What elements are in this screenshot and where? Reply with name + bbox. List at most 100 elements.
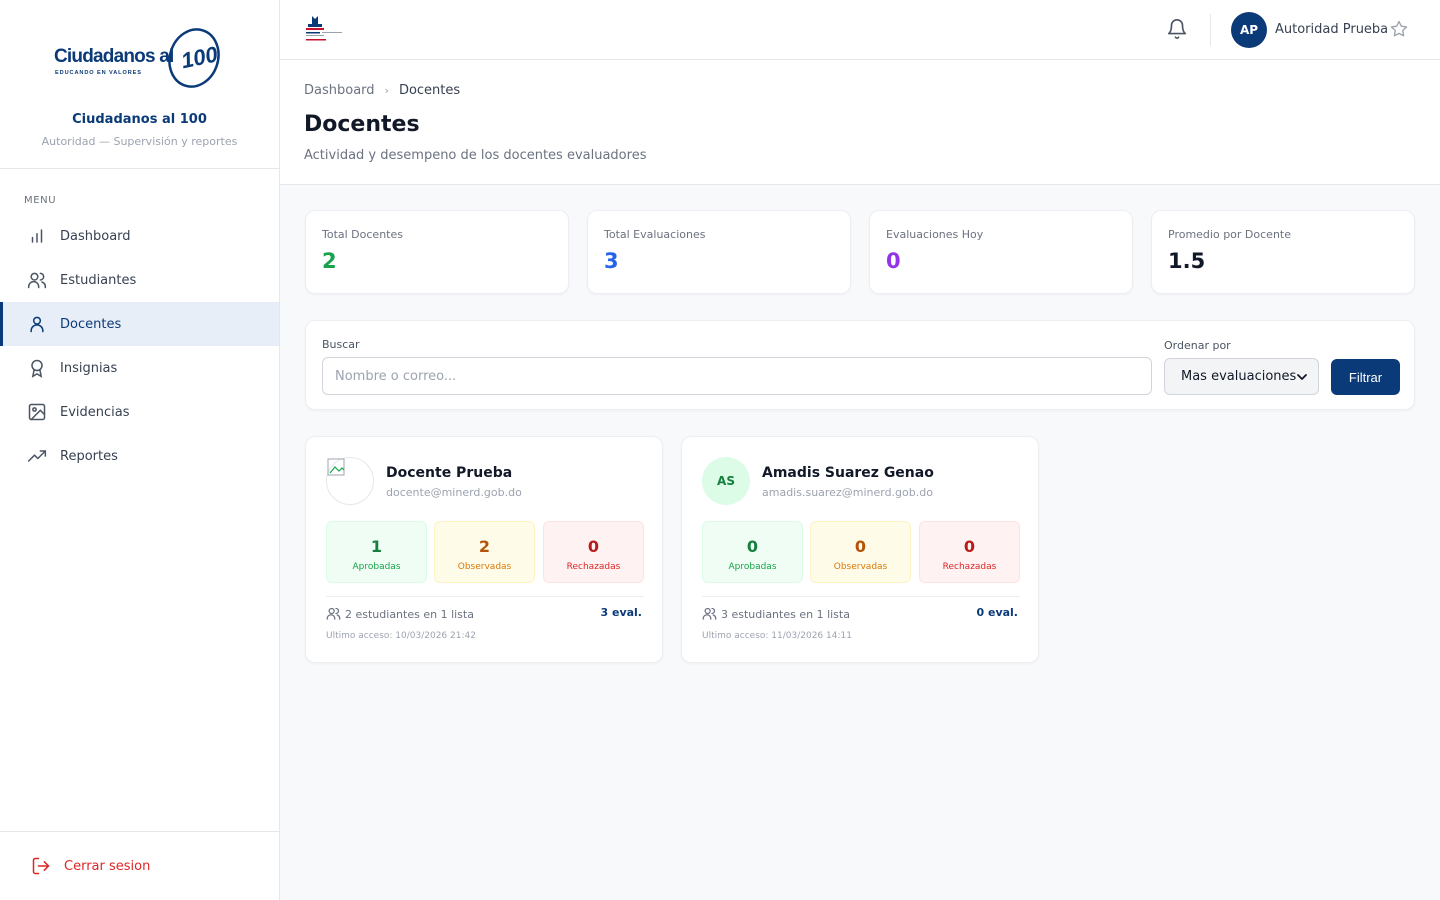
ciudadanos-logo[interactable]: Ciudadanos al EDUCANDO EN VALORES 100 xyxy=(54,24,226,90)
teacher-avatar xyxy=(326,457,374,505)
users-icon xyxy=(702,606,718,622)
broken-image-icon xyxy=(327,458,345,476)
brand-name: Ciudadanos al 100 xyxy=(72,112,207,127)
svg-text:Ciudadanos al: Ciudadanos al xyxy=(54,46,173,67)
observed-box: 2 Observadas xyxy=(434,521,535,583)
sort-select-value: Mas evaluaciones xyxy=(1181,369,1297,384)
sort-select[interactable]: Mas evaluaciones xyxy=(1164,358,1319,395)
stat-card-evaluaciones-hoy: Evaluaciones Hoy 0 xyxy=(869,210,1133,294)
sidebar: Ciudadanos al EDUCANDO EN VALORES 100 Ci… xyxy=(0,0,280,900)
sidebar-item-label: Estudiantes xyxy=(60,272,137,288)
approved-label: Aprobadas xyxy=(352,562,401,572)
stat-value: 1.5 xyxy=(1168,249,1206,273)
stat-label: Total Docentes xyxy=(322,228,403,241)
page-subtitle: Actividad y desempeno de los docentes ev… xyxy=(304,148,647,163)
sidebar-item-label: Insignias xyxy=(60,360,118,376)
user-avatar[interactable]: AP xyxy=(1231,12,1267,48)
logout-label: Cerrar sesion xyxy=(64,858,151,874)
observed-label: Observadas xyxy=(457,562,512,572)
rejected-label: Rechazadas xyxy=(942,562,997,572)
rejected-label: Rechazadas xyxy=(566,562,621,572)
card-divider xyxy=(702,596,1020,597)
logout-button[interactable]: Cerrar sesion xyxy=(0,831,279,900)
topbar-divider xyxy=(1210,14,1211,46)
teacher-card[interactable]: AS Amadis Suarez Genao amadis.suarez@min… xyxy=(681,436,1039,663)
students-text: 2 estudiantes en 1 lista xyxy=(345,607,474,621)
topbar: AP Autoridad Prueba xyxy=(280,0,1440,60)
approved-label: Aprobadas xyxy=(728,562,777,572)
sidebar-item-label: Reportes xyxy=(60,448,118,464)
stat-card-total-docentes: Total Docentes 2 xyxy=(305,210,569,294)
filter-panel: Buscar Ordenar por Mas evaluaciones Filt… xyxy=(305,320,1415,410)
students-summary: 2 estudiantes en 1 lista xyxy=(326,606,474,622)
trending-up-icon xyxy=(26,445,48,467)
chevron-right-icon: › xyxy=(384,84,389,97)
stat-card-total-evaluaciones: Total Evaluaciones 3 xyxy=(587,210,851,294)
eval-count: 3 eval. xyxy=(600,606,643,619)
svg-text:EDUCANDO EN VALORES: EDUCANDO EN VALORES xyxy=(55,70,142,76)
sidebar-nav: Dashboard Estudiantes Docentes Insignias… xyxy=(0,214,279,478)
user-name[interactable]: Autoridad Prueba xyxy=(1275,22,1388,37)
eval-count: 0 eval. xyxy=(976,606,1019,619)
students-text: 3 estudiantes en 1 lista xyxy=(721,607,850,621)
menu-label: MENU xyxy=(24,195,57,206)
sidebar-item-docentes[interactable]: Docentes xyxy=(0,302,279,346)
image-icon xyxy=(26,401,48,423)
star-icon[interactable] xyxy=(1390,20,1410,40)
approved-count: 0 xyxy=(746,537,759,556)
users-icon xyxy=(326,606,342,622)
sidebar-item-insignias[interactable]: Insignias xyxy=(0,346,279,390)
teacher-avatar: AS xyxy=(702,457,750,505)
bell-icon[interactable] xyxy=(1166,18,1190,42)
minerd-logo[interactable] xyxy=(304,14,346,46)
sidebar-item-label: Evidencias xyxy=(60,404,130,420)
observed-box: 0 Observadas xyxy=(810,521,911,583)
teacher-email: docente@minerd.gob.do xyxy=(386,486,522,499)
bar-chart-icon xyxy=(26,225,48,247)
breadcrumb: Dashboard › Docentes xyxy=(304,83,460,98)
rejected-box: 0 Rechazadas xyxy=(543,521,644,583)
teacher-card[interactable]: Docente Prueba docente@minerd.gob.do 1 A… xyxy=(305,436,663,663)
user-icon xyxy=(26,313,48,335)
award-icon xyxy=(26,357,48,379)
filter-button[interactable]: Filtrar xyxy=(1331,359,1400,395)
approved-count: 1 xyxy=(370,537,383,556)
rejected-count: 0 xyxy=(587,537,600,556)
sort-label: Ordenar por xyxy=(1164,339,1231,352)
stat-value: 3 xyxy=(604,249,619,273)
observed-label: Observadas xyxy=(833,562,888,572)
logout-icon xyxy=(30,855,52,877)
search-input[interactable] xyxy=(322,357,1152,395)
breadcrumb-current: Docentes xyxy=(398,83,461,98)
teacher-name: Amadis Suarez Genao xyxy=(762,465,934,481)
card-divider xyxy=(326,596,644,597)
teacher-name: Docente Prueba xyxy=(386,465,513,481)
stat-value: 0 xyxy=(886,249,901,273)
stat-label: Total Evaluaciones xyxy=(604,228,706,241)
sidebar-item-estudiantes[interactable]: Estudiantes xyxy=(0,258,279,302)
teacher-email: amadis.suarez@minerd.gob.do xyxy=(762,486,933,499)
observed-count: 0 xyxy=(854,537,867,556)
sidebar-item-dashboard[interactable]: Dashboard xyxy=(0,214,279,258)
brand-subtitle: Autoridad — Supervisión y reportes xyxy=(41,135,238,148)
users-icon xyxy=(26,269,48,291)
approved-box: 1 Aprobadas xyxy=(326,521,427,583)
students-summary: 3 estudiantes en 1 lista xyxy=(702,606,850,622)
stat-label: Evaluaciones Hoy xyxy=(886,228,984,241)
rejected-count: 0 xyxy=(963,537,976,556)
brand-block: Ciudadanos al EDUCANDO EN VALORES 100 Ci… xyxy=(0,0,279,169)
observed-count: 2 xyxy=(478,537,491,556)
last-access: Ultimo acceso: 11/03/2026 14:11 xyxy=(702,631,852,641)
chevron-down-icon xyxy=(1297,374,1307,380)
breadcrumb-dashboard[interactable]: Dashboard xyxy=(304,83,375,98)
last-access: Ultimo acceso: 10/03/2026 21:42 xyxy=(326,631,476,641)
page-title: Docentes xyxy=(304,112,420,137)
sidebar-item-reportes[interactable]: Reportes xyxy=(0,434,279,478)
sidebar-item-evidencias[interactable]: Evidencias xyxy=(0,390,279,434)
rejected-box: 0 Rechazadas xyxy=(919,521,1020,583)
stat-label: Promedio por Docente xyxy=(1168,228,1291,241)
sidebar-item-label: Docentes xyxy=(60,316,122,332)
search-label: Buscar xyxy=(322,338,360,351)
sidebar-item-label: Dashboard xyxy=(60,228,131,244)
stat-card-promedio: Promedio por Docente 1.5 xyxy=(1151,210,1415,294)
